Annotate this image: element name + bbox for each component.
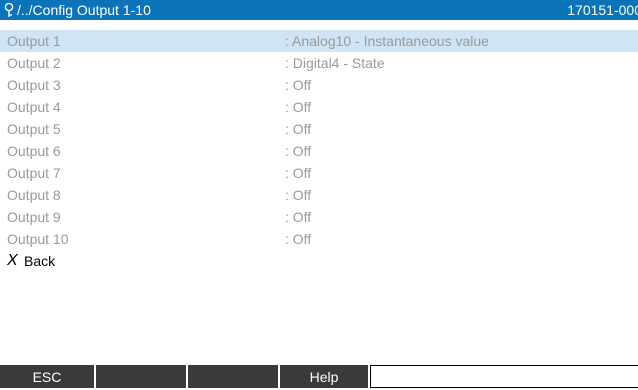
output-row-3[interactable]: Output 3 : Off [0,74,638,96]
output-value: : Off [285,99,312,115]
output-value: : Off [285,187,312,203]
back-label: Back [24,253,56,269]
output-name: Output 1 [7,33,61,49]
softkey-2[interactable] [96,365,188,388]
softkey-bar: ESC Help [0,365,638,388]
output-name: Output 4 [7,99,61,115]
softkey-esc[interactable]: ESC [0,365,96,388]
output-value: : Digital4 - State [285,55,385,71]
output-name: Output 9 [7,209,61,225]
output-row-6[interactable]: Output 6 : Off [0,140,638,162]
output-name: Output 3 [7,77,61,93]
output-row-5[interactable]: Output 5 : Off [0,118,638,140]
back-x-icon: X [7,252,18,269]
output-name: Output 10 [7,231,69,247]
output-value: : Off [285,231,312,247]
output-row-10[interactable]: Output 10 : Off [0,228,638,250]
output-name: Output 5 [7,121,61,137]
softkey-help[interactable]: Help [280,365,370,388]
output-row-8[interactable]: Output 8 : Off [0,184,638,206]
output-value: : Off [285,121,312,137]
device-id: 170151-000 [567,2,638,18]
output-value: : Analog10 - Instantaneous value [285,33,489,49]
navigation-key-icon [3,2,15,18]
output-list: Output 1 : Analog10 - Instantaneous valu… [0,30,638,272]
output-row-9[interactable]: Output 9 : Off [0,206,638,228]
output-value: : Off [285,77,312,93]
device-screen: /../Config Output 1-10 170151-000 Output… [0,0,638,388]
output-row-7[interactable]: Output 7 : Off [0,162,638,184]
output-name: Output 2 [7,55,61,71]
output-name: Output 8 [7,187,61,203]
output-name: Output 7 [7,165,61,181]
back-item[interactable]: X Back [0,250,638,272]
output-value: : Off [285,143,312,159]
output-value: : Off [285,165,312,181]
softkey-3[interactable] [188,365,280,388]
output-row-4[interactable]: Output 4 : Off [0,96,638,118]
output-row-1[interactable]: Output 1 : Analog10 - Instantaneous valu… [0,30,638,52]
softkey-5[interactable] [370,365,638,388]
title-bar: /../Config Output 1-10 170151-000 [0,0,638,20]
output-name: Output 6 [7,143,61,159]
output-value: : Off [285,209,312,225]
output-row-2[interactable]: Output 2 : Digital4 - State [0,52,638,74]
breadcrumb-path: /../Config Output 1-10 [17,2,151,18]
